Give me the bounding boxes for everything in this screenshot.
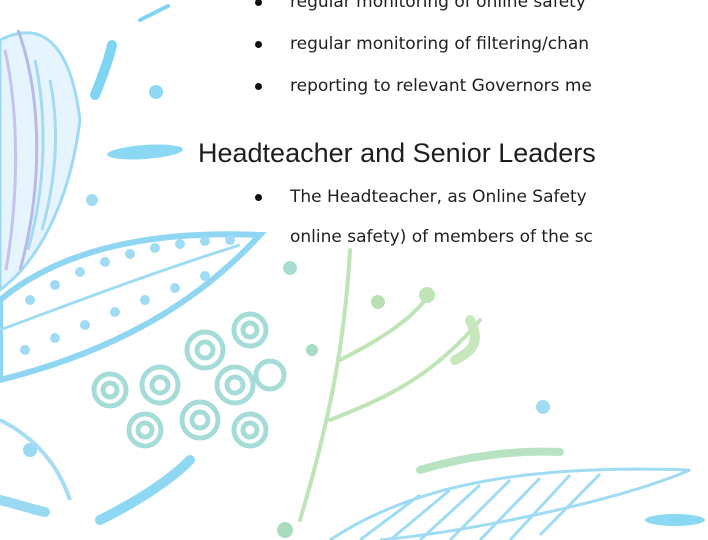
bullet-dot-icon: [255, 0, 262, 6]
section-heading: Headteacher and Senior Leaders: [198, 138, 596, 168]
bullet-text: regular monitoring of online safety: [290, 0, 586, 12]
bullet-text: regular monitoring of filtering/chan: [290, 34, 590, 54]
document-page: regular monitoring of online safety regu…: [0, 0, 708, 540]
bullet-text: reporting to relevant Governors me: [290, 76, 592, 96]
bullet-dot-icon: [255, 83, 262, 90]
bullet-dot-icon: [255, 194, 262, 201]
bullet-text-continuation: online safety) of members of the sc: [290, 227, 593, 247]
bullet-dot-icon: [255, 41, 262, 48]
bullet-text: The Headteacher, as Online Safety: [290, 187, 587, 207]
